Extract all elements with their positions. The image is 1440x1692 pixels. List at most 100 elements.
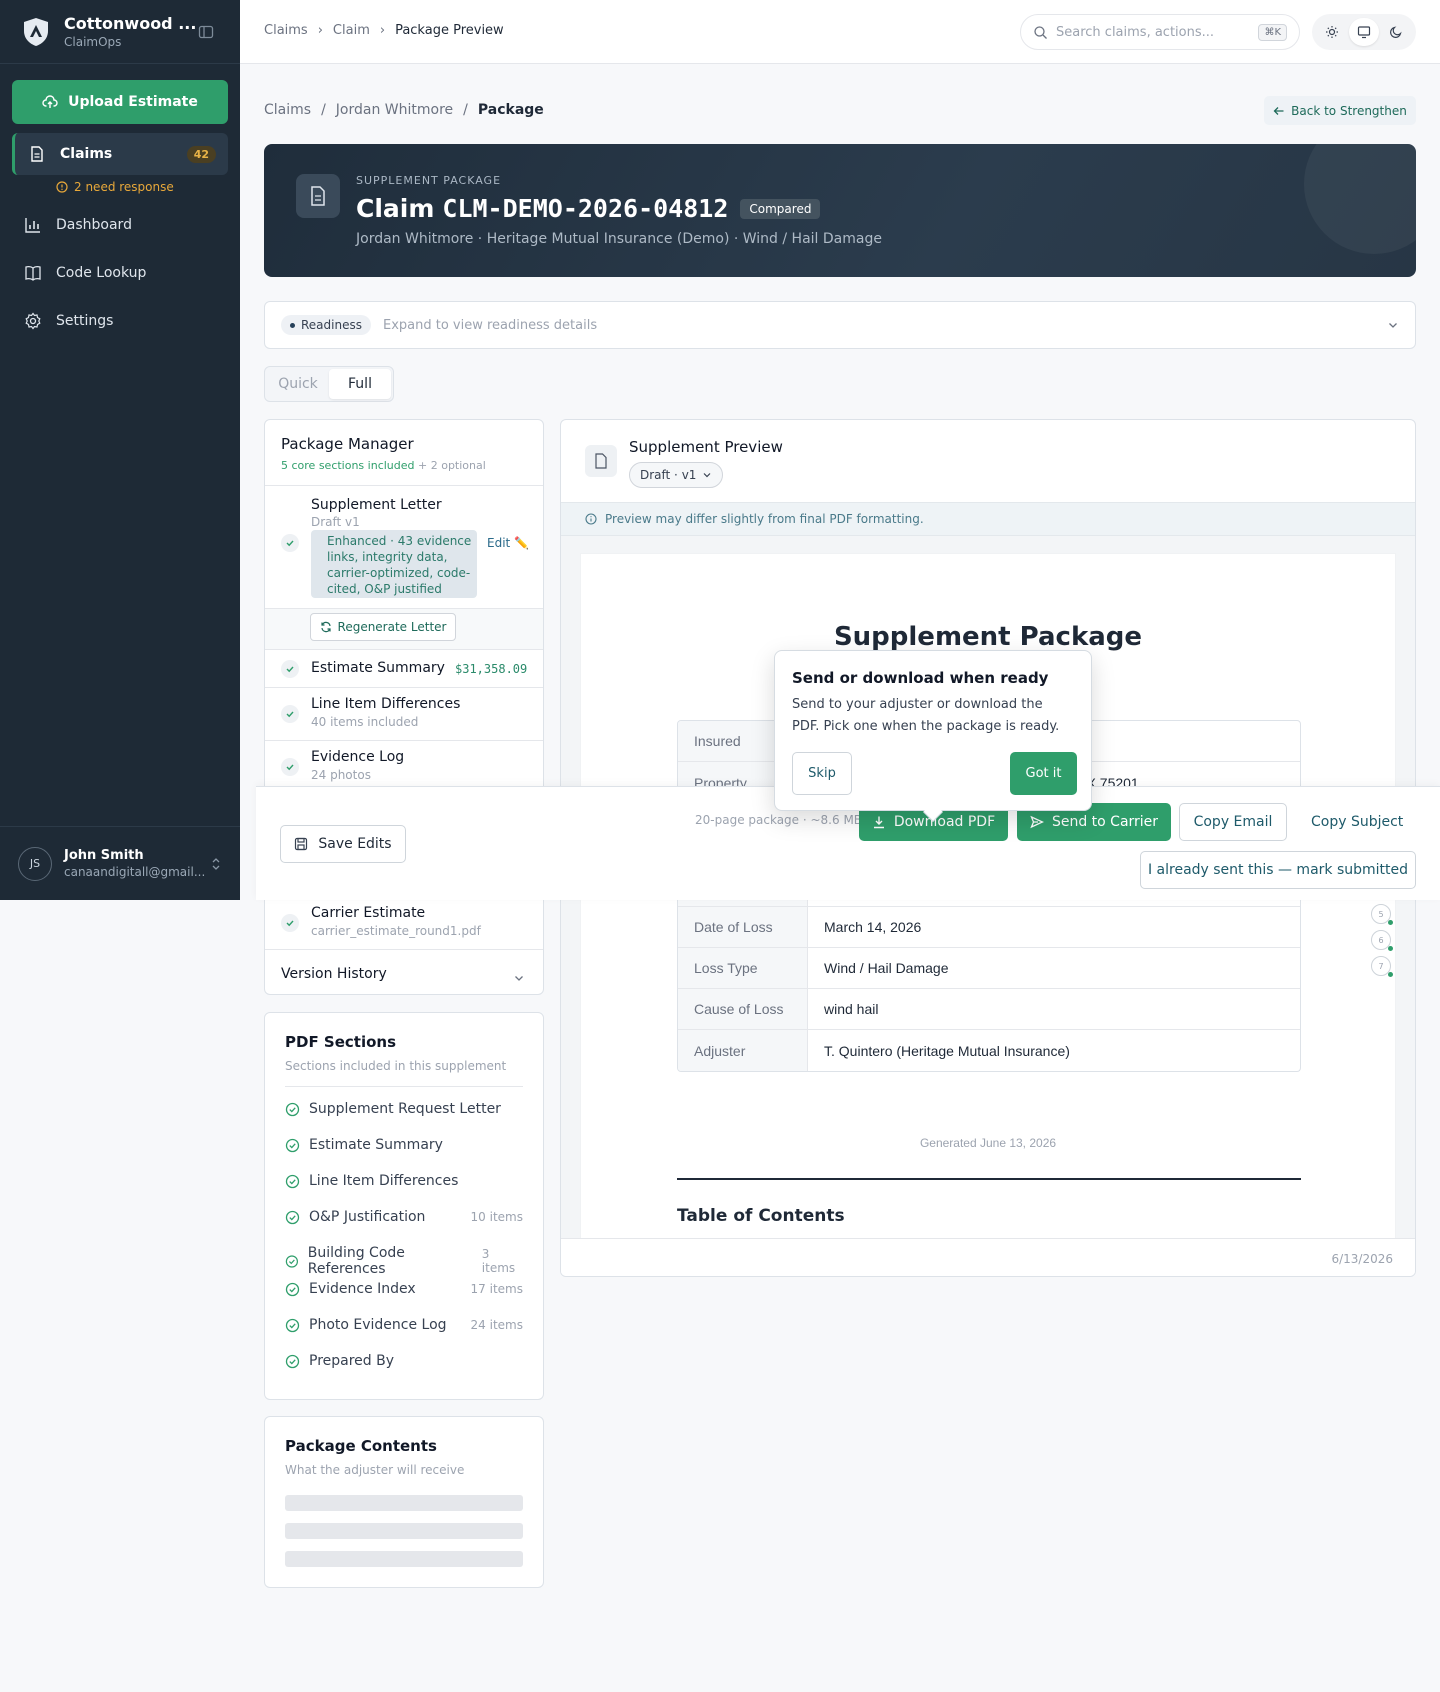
- crumb-claimant[interactable]: Jordan Whitmore: [336, 102, 453, 118]
- check-circle-icon: [285, 1138, 300, 1152]
- item-label: Carrier Estimate: [311, 905, 426, 921]
- got-it-button[interactable]: Got it: [1010, 752, 1077, 795]
- sidebar-item-label: Dashboard: [56, 217, 132, 233]
- loading-skeleton: [285, 1551, 523, 1567]
- pdf-sections-subtitle: Sections included in this supplement: [285, 1059, 507, 1073]
- upload-estimate-label: Upload Estimate: [68, 94, 198, 110]
- readiness-panel[interactable]: Readiness Expand to view readiness detai…: [264, 301, 1416, 349]
- document-title-text: Supplement Package: [833, 622, 1143, 652]
- list-item-carrier-estimate: Carrier Estimate carrier_estimate_round1…: [265, 897, 543, 950]
- section-count: 24 items: [470, 1318, 523, 1332]
- sidebar-item-label: Claims: [60, 146, 113, 162]
- page-indicator[interactable]: 7: [1371, 956, 1393, 977]
- copy-email-button[interactable]: Copy Email: [1179, 803, 1287, 841]
- sidebar-item-claims[interactable]: Claims 42: [12, 133, 228, 175]
- gear-icon: [25, 312, 41, 330]
- cloud-upload-icon: [42, 95, 58, 108]
- tab-full[interactable]: Full: [329, 369, 391, 399]
- status-dot: [1388, 920, 1393, 925]
- section-label: Supplement Request Letter: [309, 1101, 501, 1117]
- table-value: wind hail: [824, 1001, 879, 1017]
- divider: [285, 1086, 523, 1087]
- item-meta: 40 items included: [311, 715, 419, 729]
- sidebar: Cottonwood ... ClaimOps Upload Estimate …: [0, 0, 240, 900]
- check-icon[interactable]: [281, 914, 299, 932]
- version-select[interactable]: Draft · v1: [629, 462, 724, 488]
- sidebar-item-code-lookup[interactable]: Code Lookup: [24, 264, 146, 282]
- preview-title: Supplement Preview: [629, 438, 783, 456]
- theme-switcher: [1312, 14, 1416, 50]
- check-icon[interactable]: [281, 705, 299, 723]
- check-circle-icon: [285, 1318, 300, 1332]
- crumb-separator: /: [321, 102, 326, 118]
- package-manager-subtitle: 5 core sections included + 2 optional: [281, 459, 527, 472]
- edit-letter-link[interactable]: Edit ✏️: [487, 536, 529, 550]
- sidebar-toggle-icon[interactable]: [196, 22, 216, 42]
- version-history-toggle[interactable]: Version History: [281, 966, 387, 982]
- crumb-claims[interactable]: Claims: [264, 102, 311, 118]
- list-item: Supplement Request Letter: [285, 1101, 523, 1117]
- search-input[interactable]: Search claims, actions... ⌘K: [1020, 14, 1300, 50]
- table-row: Loss Type Wind / Hail Damage: [678, 948, 1300, 989]
- pdf-sections-card: PDF Sections Sections included in this s…: [264, 1012, 544, 1400]
- save-label: Save Edits: [318, 836, 392, 852]
- table-value: T. Quintero (Heritage Mutual Insurance): [824, 1042, 1070, 1059]
- loading-skeleton: [285, 1523, 523, 1539]
- bar-chart-icon: [25, 218, 40, 233]
- check-circle-icon: [285, 1174, 300, 1188]
- status-dot: [1388, 946, 1393, 951]
- crumb-claims[interactable]: Claims: [264, 23, 308, 38]
- list-item: Prepared By: [285, 1353, 523, 1369]
- arrow-left-icon: [1273, 106, 1284, 115]
- sun-icon[interactable]: [1317, 18, 1347, 46]
- check-circle-icon: [285, 1102, 300, 1116]
- user-menu[interactable]: JS John Smith canaandigitall@gmail...: [0, 826, 240, 900]
- tab-quick[interactable]: Quick: [267, 369, 329, 399]
- brand-name: Cottonwood ...: [64, 14, 197, 33]
- user-name: John Smith: [64, 848, 144, 863]
- list-item: Evidence Index 17 items: [285, 1281, 523, 1297]
- save-icon: [295, 837, 308, 851]
- breadcrumb: Claims / Jordan Whitmore / Package: [264, 102, 544, 118]
- monitor-icon[interactable]: [1349, 18, 1379, 46]
- package-manager-title: Package Manager: [281, 435, 414, 453]
- crumb-current: Package Preview: [395, 23, 504, 38]
- upload-estimate-button[interactable]: Upload Estimate: [12, 80, 228, 124]
- core-count: 5 core sections included: [281, 459, 415, 472]
- check-icon[interactable]: [281, 534, 299, 552]
- tooltip-body: Send to your adjuster or download the PD…: [792, 697, 1060, 734]
- info-icon: [585, 513, 597, 525]
- page-indicator[interactable]: 5: [1371, 904, 1393, 925]
- crumb-claim[interactable]: Claim: [333, 23, 370, 38]
- sidebar-item-settings[interactable]: Settings: [24, 312, 113, 330]
- check-icon[interactable]: [281, 660, 299, 678]
- moon-icon[interactable]: [1381, 18, 1411, 46]
- need-response-link[interactable]: 2 need response: [56, 180, 174, 194]
- list-item: Estimate Summary: [285, 1137, 523, 1153]
- list-item: Building Code References 3 items: [285, 1245, 523, 1277]
- divider: [677, 1178, 1301, 1180]
- send-icon: [1030, 815, 1044, 829]
- mark-submitted-button[interactable]: I already sent this — mark submitted: [1140, 851, 1416, 889]
- copy-subject-button[interactable]: Copy Subject: [1311, 803, 1403, 841]
- sidebar-item-dashboard[interactable]: Dashboard: [24, 216, 132, 234]
- version-value: Draft · v1: [640, 468, 697, 482]
- back-to-strengthen-button[interactable]: Back to Strengthen: [1264, 96, 1416, 125]
- crumb-separator: /: [463, 102, 468, 118]
- shortcut-badge: ⌘K: [1258, 23, 1287, 41]
- section-count: 10 items: [470, 1210, 523, 1224]
- check-circle-icon: [285, 1210, 300, 1224]
- skip-button[interactable]: Skip: [792, 752, 852, 795]
- list-item-estimate-summary: Estimate Summary $31,358.09: [265, 650, 543, 688]
- status-dot: [290, 322, 295, 328]
- section-label: Line Item Differences: [309, 1173, 459, 1189]
- table-key: Loss Type: [678, 948, 808, 988]
- regenerate-letter-button[interactable]: Regenerate Letter: [310, 613, 456, 641]
- user-email: canaandigitall@gmail...: [64, 865, 206, 879]
- item-label: Estimate Summary: [311, 660, 445, 676]
- list-item-line-items: Line Item Differences 40 items included: [265, 688, 543, 741]
- check-circle-icon: [285, 1354, 300, 1368]
- page-indicator[interactable]: 6: [1371, 930, 1393, 951]
- check-icon[interactable]: [281, 758, 299, 776]
- save-edits-button[interactable]: Save Edits: [280, 825, 406, 863]
